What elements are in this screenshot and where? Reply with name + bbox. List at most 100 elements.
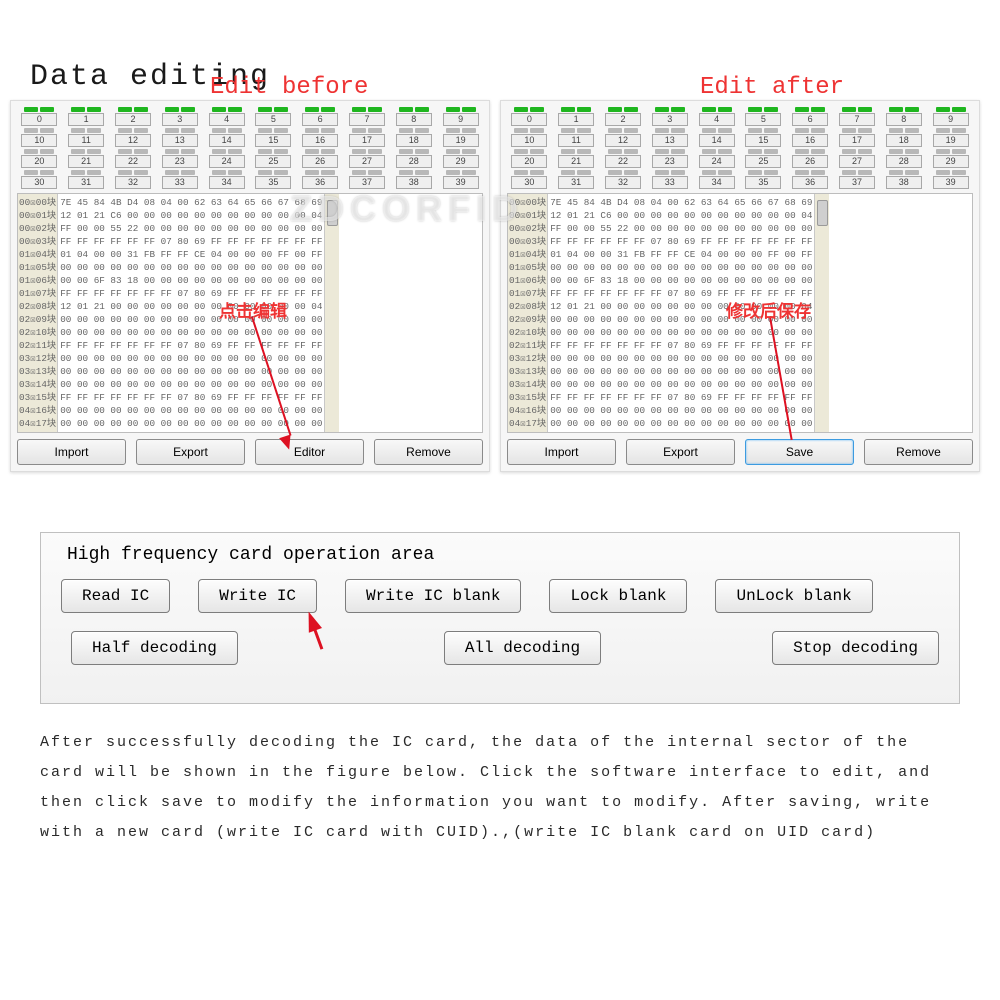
sector-cell[interactable]: 29 [438,149,483,168]
sector-cell[interactable]: 26 [298,149,343,168]
sector-cell[interactable]: 13 [647,128,692,147]
sector-cell[interactable]: 3 [647,107,692,126]
sector-cell[interactable]: 30 [507,170,552,189]
sector-cell[interactable]: 36 [788,170,833,189]
sector-cell[interactable]: 3 [157,107,202,126]
export-button[interactable]: Export [136,439,245,465]
sector-cell[interactable]: 15 [251,128,296,147]
sector-cell[interactable]: 34 [694,170,739,189]
sector-cell[interactable]: 4 [694,107,739,126]
sector-cell[interactable]: 8 [881,107,926,126]
sector-cell[interactable]: 33 [157,170,202,189]
write-ic-blank-button[interactable]: Write IC blank [345,579,521,613]
half-decoding-button[interactable]: Half decoding [71,631,238,665]
sector-cell[interactable]: 1 [554,107,599,126]
sector-cell[interactable]: 6 [298,107,343,126]
sector-cell[interactable]: 19 [438,128,483,147]
sector-cell[interactable]: 22 [111,149,156,168]
sector-cell[interactable]: 13 [157,128,202,147]
lock-blank-button[interactable]: Lock blank [549,579,687,613]
sector-cell[interactable]: 31 [554,170,599,189]
import-button[interactable]: Import [17,439,126,465]
scrollbar[interactable] [324,194,339,432]
scrollbar[interactable] [814,194,829,432]
sector-cell[interactable]: 18 [881,128,926,147]
sector-cell[interactable]: 7 [835,107,880,126]
sector-cell[interactable]: 20 [507,149,552,168]
sector-cell[interactable]: 0 [17,107,62,126]
sector-cell[interactable]: 2 [111,107,156,126]
editor-button[interactable]: Editor [255,439,364,465]
sector-cell[interactable]: 20 [17,149,62,168]
sector-cell[interactable]: 30 [17,170,62,189]
save-button[interactable]: Save [745,439,854,465]
sector-cell[interactable]: 33 [647,170,692,189]
sector-cell[interactable]: 5 [251,107,296,126]
sector-cell[interactable]: 24 [204,149,249,168]
sector-cell[interactable]: 26 [788,149,833,168]
export-button[interactable]: Export [626,439,735,465]
sector-cell[interactable]: 25 [251,149,296,168]
sector-cell[interactable]: 32 [111,170,156,189]
sector-cell[interactable]: 38 [391,170,436,189]
sector-cell[interactable]: 23 [157,149,202,168]
write-ic-button[interactable]: Write IC [198,579,317,613]
scroll-thumb[interactable] [327,200,338,226]
sector-cell[interactable]: 10 [507,128,552,147]
sector-cell[interactable]: 28 [391,149,436,168]
sector-cell[interactable]: 1 [64,107,109,126]
sector-cell[interactable]: 37 [835,170,880,189]
scroll-thumb[interactable] [817,200,828,226]
sector-cell[interactable]: 36 [298,170,343,189]
remove-button[interactable]: Remove [374,439,483,465]
sector-cell[interactable]: 18 [391,128,436,147]
sector-cell[interactable]: 2 [601,107,646,126]
sector-cell[interactable]: 16 [298,128,343,147]
read-ic-button[interactable]: Read IC [61,579,170,613]
all-decoding-button[interactable]: All decoding [444,631,601,665]
sector-cell[interactable]: 9 [438,107,483,126]
sector-cell[interactable]: 21 [554,149,599,168]
sector-cell[interactable]: 4 [204,107,249,126]
sector-cell[interactable]: 38 [881,170,926,189]
sector-cell[interactable]: 22 [601,149,646,168]
sector-cell[interactable]: 6 [788,107,833,126]
sector-cell[interactable]: 17 [835,128,880,147]
remove-button[interactable]: Remove [864,439,973,465]
sector-cell[interactable]: 9 [928,107,973,126]
sector-cell[interactable]: 35 [251,170,296,189]
sector-cell[interactable]: 28 [881,149,926,168]
sector-cell[interactable]: 14 [694,128,739,147]
import-button[interactable]: Import [507,439,616,465]
sector-cell[interactable]: 0 [507,107,552,126]
sector-cell[interactable]: 29 [928,149,973,168]
sector-cell[interactable]: 31 [64,170,109,189]
sector-cell[interactable]: 25 [741,149,786,168]
sector-cell[interactable]: 37 [345,170,390,189]
sector-cell[interactable]: 35 [741,170,786,189]
sector-cell[interactable]: 14 [204,128,249,147]
sector-cell[interactable]: 21 [64,149,109,168]
sector-cell[interactable]: 32 [601,170,646,189]
sector-cell[interactable]: 12 [601,128,646,147]
sector-cell[interactable]: 39 [438,170,483,189]
sector-cell[interactable]: 15 [741,128,786,147]
sector-cell[interactable]: 17 [345,128,390,147]
sector-cell[interactable]: 7 [345,107,390,126]
stop-decoding-button[interactable]: Stop decoding [772,631,939,665]
sector-cell[interactable]: 23 [647,149,692,168]
unlock-blank-button[interactable]: UnLock blank [715,579,872,613]
sector-cell[interactable]: 27 [835,149,880,168]
sector-cell[interactable]: 27 [345,149,390,168]
sector-cell[interactable]: 39 [928,170,973,189]
sector-cell[interactable]: 12 [111,128,156,147]
sector-cell[interactable]: 34 [204,170,249,189]
sector-cell[interactable]: 5 [741,107,786,126]
sector-cell[interactable]: 8 [391,107,436,126]
sector-cell[interactable]: 10 [17,128,62,147]
sector-cell[interactable]: 19 [928,128,973,147]
sector-cell[interactable]: 11 [554,128,599,147]
sector-cell[interactable]: 24 [694,149,739,168]
sector-cell[interactable]: 11 [64,128,109,147]
sector-cell[interactable]: 16 [788,128,833,147]
